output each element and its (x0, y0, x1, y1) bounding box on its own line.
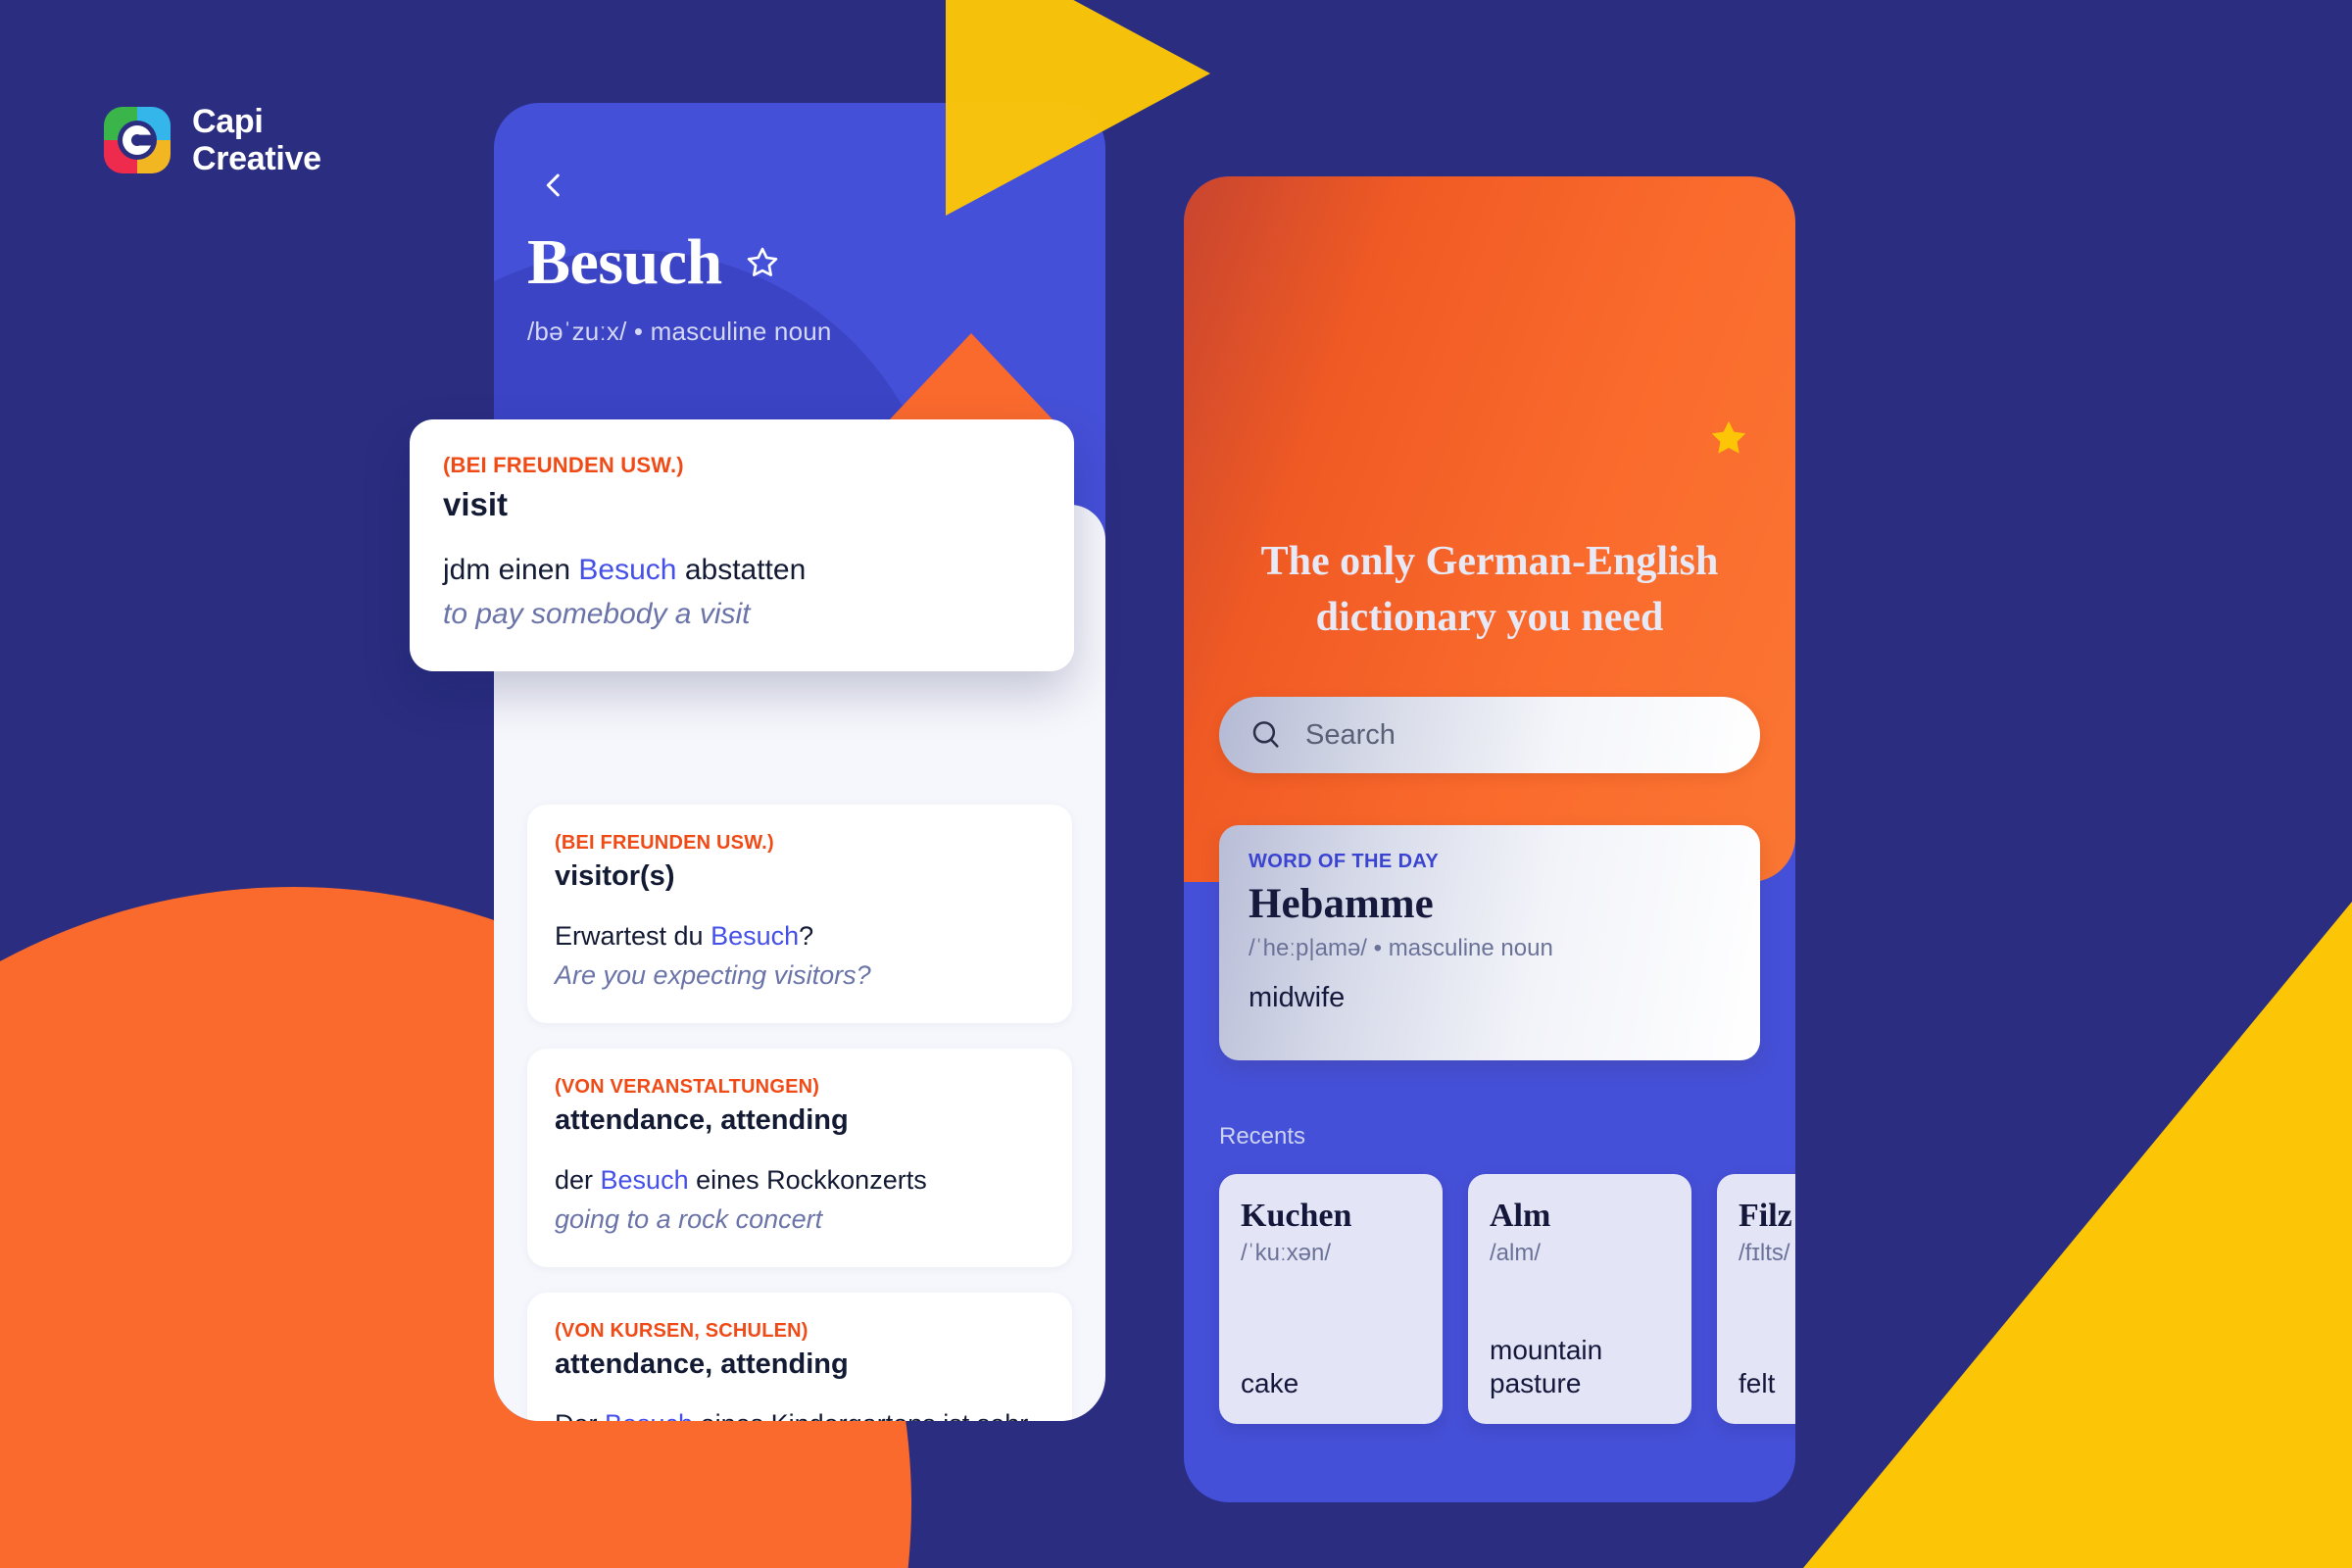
star-filled-icon[interactable] (1707, 416, 1750, 460)
example-headword: Besuch (605, 1409, 693, 1421)
word-of-the-day-definition: midwife (1249, 982, 1346, 1014)
definition-translation: going to a rock concert (555, 1204, 823, 1235)
recent-pronunciation: /fɪlts/ (1739, 1240, 1790, 1267)
recent-definition: felt (1739, 1367, 1776, 1398)
recent-definition: mountain pasture (1490, 1334, 1603, 1398)
word-of-the-day-card[interactable]: WORD OF THE DAY Hebamme /ˈheːp|amə/ • ma… (1219, 825, 1760, 1060)
definition-example: jdm einen Besuch abstatten (443, 554, 807, 586)
definition-card[interactable]: (VON VERANSTALTUNGEN) attendance, attend… (527, 1048, 1072, 1267)
list-item[interactable]: Kuchen /ˈkuːxən/ cake (1219, 1174, 1443, 1424)
home-headline: The only German-English dictionary you n… (1260, 539, 1719, 641)
home-screen-phone: The only German-English dictionary you n… (1184, 176, 1795, 1502)
word-of-the-day-label: WORD OF THE DAY (1249, 851, 1440, 872)
brand-name: Capi Creative (192, 103, 321, 177)
list-item[interactable]: Filz /fɪlts/ felt (1717, 1174, 1795, 1424)
brand-name-line2: Creative (192, 140, 321, 178)
definition-category: (BEI FREUNDEN USW.) (443, 453, 684, 477)
definition-category: (BEI FREUNDEN USW.) (555, 832, 774, 854)
recent-pronunciation: /ˈkuːxən/ (1241, 1240, 1332, 1267)
definition-term: visitor(s) (555, 860, 675, 892)
recent-pronunciation: /alm/ (1490, 1240, 1542, 1267)
yellow-wedge-shape (1803, 902, 2352, 1568)
recent-word: Filz (1739, 1198, 1792, 1234)
definition-term: attendance, attending (555, 1348, 849, 1380)
definition-card-featured[interactable]: (BEI FREUNDEN USW.) visit jdm einen Besu… (410, 419, 1074, 671)
definition-translation: Are you expecting visitors? (555, 960, 871, 991)
definition-term: visit (443, 486, 509, 522)
chevron-left-icon[interactable] (537, 169, 570, 202)
definition-example: der Besuch eines Rockkonzerts (555, 1164, 927, 1195)
recent-word: Alm (1490, 1198, 1551, 1234)
recent-word: Kuchen (1241, 1198, 1352, 1234)
word-of-the-day-word: Hebamme (1249, 881, 1434, 927)
definition-example: Erwartest du Besuch? (555, 921, 814, 951)
example-headword: Besuch (600, 1164, 689, 1195)
capi-logo-icon (104, 107, 171, 174)
search-input[interactable]: Search (1219, 697, 1760, 773)
definition-card[interactable]: (BEI FREUNDEN USW.) visitor(s) Erwartest… (527, 805, 1072, 1023)
definition-example: Der Besuch eines Kindergartens ist sehr … (555, 1406, 1045, 1421)
search-placeholder: Search (1305, 718, 1396, 751)
example-headword: Besuch (710, 921, 800, 951)
example-headword: Besuch (578, 554, 677, 586)
entry-header: Besuch /bəˈzuːx/ • masculine noun (527, 230, 1072, 347)
brand-name-line1: Capi (192, 103, 264, 140)
definition-card[interactable]: (VON KURSEN, SCHULEN) attendance, attend… (527, 1292, 1072, 1421)
definition-category: (VON KURSEN, SCHULEN) (555, 1319, 808, 1342)
definition-term: attendance, attending (555, 1103, 849, 1136)
definition-category: (VON VERANSTALTUNGEN) (555, 1075, 820, 1098)
search-icon (1252, 721, 1279, 748)
list-item[interactable]: Alm /alm/ mountain pasture (1468, 1174, 1691, 1424)
pronunciation: /bəˈzuːx/ • masculine noun (527, 317, 832, 346)
word-of-the-day-pronunciation: /ˈheːp|amə/ • masculine noun (1249, 935, 1553, 962)
page-title: Besuch (527, 226, 722, 298)
brand-logo: Capi Creative (104, 103, 321, 177)
background-decoration (0, 0, 2352, 1568)
entry-screen-phone: Besuch /bəˈzuːx/ • masculine noun (BEI F… (494, 103, 1105, 1421)
recent-definition: cake (1241, 1367, 1299, 1398)
recents-label: Recents (1219, 1123, 1306, 1150)
home-header (1184, 176, 1795, 882)
definition-translation: to pay somebody a visit (443, 597, 751, 630)
star-outline-icon[interactable] (744, 244, 781, 281)
recents-list: Kuchen /ˈkuːxən/ cake Alm /alm/ mountain… (1219, 1174, 1795, 1424)
